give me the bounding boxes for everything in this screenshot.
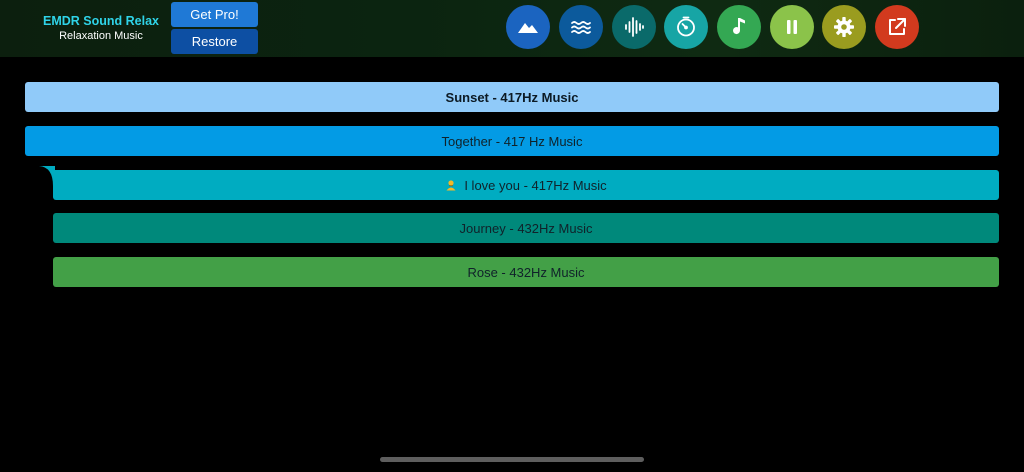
track-item-i-love-you[interactable]: I love you - 417Hz Music (53, 170, 999, 200)
external-link-icon (889, 18, 906, 35)
track-label: Together - 417 Hz Music (441, 133, 583, 149)
track-item-journey[interactable]: Journey - 432Hz Music (53, 213, 999, 243)
mountain-icon (518, 23, 538, 33)
track-item-rose[interactable]: Rose - 432Hz Music (53, 257, 999, 287)
timer-button[interactable] (664, 5, 708, 49)
track-label: Sunset - 417Hz Music (445, 89, 579, 105)
home-indicator[interactable] (380, 457, 644, 462)
pause-button[interactable] (770, 5, 814, 49)
top-bar: EMDR Sound Relax Relaxation Music Get Pr… (0, 0, 1024, 57)
app-title: EMDR Sound Relax (43, 14, 159, 28)
track-item-sunset[interactable]: Sunset - 417Hz Music (25, 82, 999, 112)
external-link-button[interactable] (875, 5, 919, 49)
track-label: Rose - 432Hz Music (467, 264, 585, 280)
restore-button[interactable]: Restore (171, 29, 258, 54)
settings-button[interactable] (822, 5, 866, 49)
timer-icon (677, 16, 695, 37)
track-item-together[interactable]: Together - 417 Hz Music (25, 126, 999, 156)
track-label: I love you - 417Hz Music (464, 177, 607, 193)
get-pro-button[interactable]: Get Pro! (171, 2, 258, 27)
gear-icon (834, 17, 854, 37)
mountain-button[interactable] (506, 5, 550, 49)
app-subtitle: Relaxation Music (59, 30, 143, 42)
app-branding: EMDR Sound Relax Relaxation Music (30, 13, 172, 43)
track-label: Journey - 432Hz Music (459, 220, 593, 236)
pause-icon (787, 20, 797, 34)
sound-wave-icon (625, 17, 644, 37)
waves-button[interactable] (559, 5, 603, 49)
sound-wave-button[interactable] (612, 5, 656, 49)
waves-icon (571, 21, 591, 34)
music-note-button[interactable] (717, 5, 761, 49)
music-note-icon (733, 18, 745, 35)
bowing-person-icon (445, 179, 457, 191)
